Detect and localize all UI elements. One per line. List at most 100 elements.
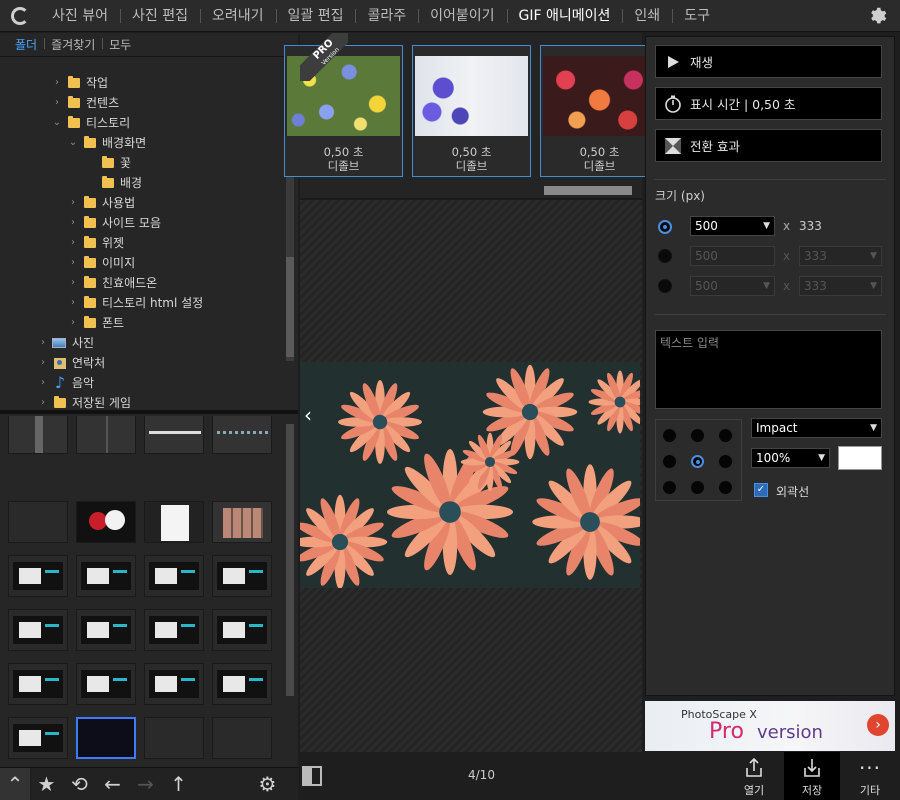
position-dot[interactable] <box>663 429 676 442</box>
font-select[interactable]: Impact ▼ <box>751 418 882 438</box>
tab-4[interactable]: 콜라주 <box>355 0 418 32</box>
thumbnail[interactable] <box>76 416 136 454</box>
thumbnail[interactable] <box>76 501 136 543</box>
thumbnail[interactable] <box>212 416 272 454</box>
ad-arrow-icon[interactable]: › <box>867 714 889 736</box>
position-dot[interactable] <box>719 429 732 442</box>
tab-folders[interactable]: 폴더 <box>8 36 44 53</box>
more-button[interactable]: ··· 기타 <box>842 752 898 800</box>
thumbnail[interactable] <box>212 501 272 543</box>
chevron-icon[interactable]: › <box>36 393 50 410</box>
thumbnail[interactable] <box>76 663 136 705</box>
position-dot[interactable] <box>691 455 704 468</box>
tree-item[interactable]: › 친효애드온 <box>66 273 157 293</box>
tab-1[interactable]: 사진 편집 <box>119 0 200 32</box>
transition-effect-button[interactable]: 전환 효과 <box>655 129 882 162</box>
tree-item[interactable]: › 폰트 <box>66 313 124 333</box>
tree-item[interactable]: › ♪ 음악 <box>36 373 94 393</box>
tab-6[interactable]: GIF 애니메이션 <box>506 0 623 32</box>
chevron-icon[interactable]: ⌄ <box>50 113 64 133</box>
pro-version-ad-banner[interactable]: PhotoScape X Pro version › <box>645 701 895 751</box>
width-select-2[interactable]: 500 <box>690 246 775 266</box>
tree-item[interactable]: › 저장된 게임 <box>36 393 131 410</box>
thumbnail[interactable] <box>76 609 136 651</box>
tab-0[interactable]: 사진 뷰어 <box>40 0 120 32</box>
back-arrow-icon[interactable]: ← <box>96 768 129 800</box>
tab-5[interactable]: 이어붙이기 <box>418 0 506 32</box>
tab-2[interactable]: 오려내기 <box>199 0 276 32</box>
tree-item[interactable]: › 사진 <box>36 333 94 353</box>
chevron-icon[interactable]: › <box>50 93 64 113</box>
position-dot[interactable] <box>719 481 732 494</box>
chevron-icon[interactable]: › <box>36 333 50 353</box>
thumbnail[interactable] <box>212 555 272 597</box>
split-view-icon[interactable] <box>302 766 322 786</box>
tab-7[interactable]: 인쇄 <box>622 0 672 32</box>
tree-scrollbar-thumb[interactable] <box>286 257 294 357</box>
tree-item[interactable]: › 사이트 모음 <box>66 213 161 233</box>
tree-item[interactable]: › 컨텐츠 <box>50 93 119 113</box>
thumbnail[interactable] <box>212 609 272 651</box>
tree-item[interactable]: 배경 <box>84 173 142 193</box>
tree-item[interactable]: ⌄ 배경화면 <box>66 133 146 153</box>
tab-favorites[interactable]: 즐겨찾기 <box>44 36 102 53</box>
height-select-2[interactable]: 333 ▼ <box>799 246 882 266</box>
scale-select[interactable]: 100% ▼ <box>751 448 830 468</box>
thumbnail[interactable] <box>76 555 136 597</box>
position-dot[interactable] <box>691 429 704 442</box>
height-select-3[interactable]: 333 ▼ <box>799 276 882 296</box>
thumbnail[interactable] <box>8 663 68 705</box>
chevron-icon[interactable]: › <box>66 213 80 233</box>
frame-thumb-2[interactable]: 0,50 초 디졸브 <box>412 45 531 177</box>
width-select-1[interactable]: 500 ▼ <box>690 216 775 236</box>
thumbnail[interactable] <box>8 555 68 597</box>
outline-checkbox[interactable]: ✓ <box>754 483 768 497</box>
collapse-up-icon[interactable]: ⌃ <box>0 767 30 800</box>
position-dot[interactable] <box>663 455 676 468</box>
chevron-icon[interactable]: › <box>66 193 80 213</box>
chevron-icon[interactable]: › <box>66 273 80 293</box>
tree-item[interactable]: › 티스토리 html 설정 <box>66 293 203 313</box>
width-select-3[interactable]: 500 ▼ <box>690 276 775 296</box>
tree-item[interactable]: › 위젯 <box>66 233 124 253</box>
tree-item[interactable]: › 이미지 <box>66 253 135 273</box>
chevron-icon[interactable]: › <box>36 353 50 373</box>
tab-all[interactable]: 모두 <box>102 36 138 53</box>
thumbnail[interactable] <box>212 663 272 705</box>
position-dot[interactable] <box>719 455 732 468</box>
thumbnail[interactable] <box>8 609 68 651</box>
size-radio-1[interactable] <box>658 220 672 234</box>
frame-thumb-3[interactable]: 0,50 초 디졸브 <box>540 45 659 177</box>
display-time-button[interactable]: 표시 시간 | 0,50 초 <box>655 87 882 120</box>
tab-8[interactable]: 도구 <box>672 0 722 32</box>
text-input-field[interactable]: 텍스트 입력 <box>655 330 882 409</box>
previous-arrow-icon[interactable]: ‹ <box>304 403 312 427</box>
grid-scrollbar-thumb[interactable] <box>286 424 294 696</box>
thumbnail[interactable] <box>144 501 204 543</box>
text-color-swatch[interactable] <box>838 446 882 470</box>
thumbnail[interactable] <box>8 416 68 454</box>
save-button[interactable]: 저장 <box>784 752 840 800</box>
chevron-icon[interactable]: › <box>66 253 80 273</box>
open-button[interactable]: 열기 <box>726 752 782 800</box>
thumbnail[interactable] <box>144 416 204 454</box>
chevron-icon[interactable]: › <box>66 313 80 333</box>
position-dot[interactable] <box>663 481 676 494</box>
size-radio-3[interactable] <box>658 279 672 293</box>
tree-item[interactable]: ⌄ 티스토리 <box>50 113 130 133</box>
thumbnail[interactable] <box>8 501 68 543</box>
chevron-icon[interactable]: › <box>36 373 50 393</box>
settings-gear-icon[interactable] <box>866 5 888 27</box>
tab-3[interactable]: 일괄 편집 <box>275 0 356 32</box>
thumbnail[interactable] <box>144 663 204 705</box>
app-logo-icon[interactable] <box>0 0 40 32</box>
tree-item[interactable]: › 사용법 <box>66 193 135 213</box>
position-dot[interactable] <box>691 481 704 494</box>
forward-arrow-icon[interactable]: → <box>129 768 162 800</box>
chevron-icon[interactable]: › <box>50 73 64 93</box>
thumbnail[interactable] <box>76 717 136 759</box>
thumbnail[interactable] <box>144 555 204 597</box>
chevron-icon[interactable]: › <box>66 293 80 313</box>
tree-item[interactable]: 꽃 <box>84 153 131 173</box>
star-icon[interactable]: ★ <box>30 768 63 800</box>
